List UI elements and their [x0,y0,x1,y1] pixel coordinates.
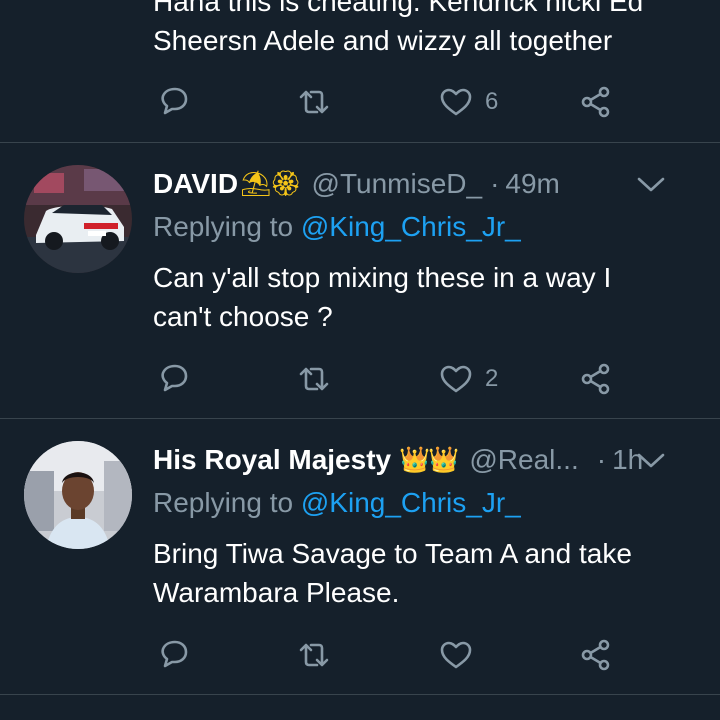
share-button[interactable] [579,635,613,675]
username[interactable]: @Real... [469,444,578,476]
mention-link[interactable]: @King_Chris_Jr_ [301,211,521,242]
reply-button[interactable] [157,635,191,675]
share-button[interactable] [579,359,613,399]
like-icon [439,362,473,396]
chevron-down-icon[interactable] [636,174,666,194]
retweet-icon [297,362,331,396]
avatar[interactable] [24,165,132,273]
mention-link[interactable]: @King_Chris_Jr_ [301,487,521,518]
separator-dot: · [596,444,607,475]
reply-icon [157,85,191,119]
username[interactable]: @TunmiseD_ [312,168,483,200]
reply-icon [157,362,191,396]
chevron-down-icon[interactable] [636,450,666,470]
tweet-header: DAVID ⛱🏵 @TunmiseD_ · 49m [153,164,696,204]
tweet-header: His Royal Majesty 👑👑 @Real... · 1h [153,440,696,480]
like-button[interactable]: 2 [439,359,498,399]
like-button[interactable]: 6 [439,82,498,122]
tweet-text: Bring Tiwa Savage to Team A and take War… [153,538,632,608]
retweet-button[interactable] [297,82,331,122]
avatar[interactable] [24,441,132,549]
like-icon [439,85,473,119]
display-name[interactable]: DAVID [153,168,238,200]
like-count: 2 [485,365,499,392]
replying-to: Replying to @King_Chris_Jr_ [153,211,521,243]
tweet-text: Can y'all stop mixing these in a way I c… [153,262,612,332]
name-emoji: 👑👑 [399,445,459,474]
timestamp[interactable]: 49m [505,168,559,200]
tweet-actions [157,635,627,675]
retweet-button[interactable] [297,635,331,675]
replying-to: Replying to @King_Chris_Jr_ [153,487,521,519]
retweet-button[interactable] [297,359,331,399]
tweet-text-line: Sheersn Adele and wizzy all together [153,25,613,56]
display-name[interactable]: His Royal Majesty [153,444,391,476]
replying-prefix: Replying to [153,487,294,518]
tweet-reply-david[interactable]: DAVID ⛱🏵 @TunmiseD_ · 49m Replying to @K… [0,143,720,418]
share-icon [579,85,613,119]
name-emoji: ⛱🏵 [240,169,302,198]
share-icon [579,638,613,672]
separator-dot: · [490,168,500,199]
tweet-actions: 2 [157,359,627,399]
divider [0,694,720,695]
reply-icon [157,638,191,672]
replying-prefix: Replying to [153,211,294,242]
like-button[interactable] [439,635,473,675]
share-icon [579,362,613,396]
tweet-text: Haha this is cheating. Kendrick nicki Ed… [153,0,693,60]
reply-button[interactable] [157,359,191,399]
retweet-icon [297,638,331,672]
reply-button[interactable] [157,82,191,122]
tweet-partial[interactable]: Haha this is cheating. Kendrick nicki Ed… [0,0,720,142]
retweet-icon [297,85,331,119]
tweet-actions: 6 [157,82,627,122]
tweet-text-line: Haha this is cheating. Kendrick nicki Ed [153,0,644,17]
like-count: 6 [485,88,499,115]
tweet-reply-his-royal-majesty[interactable]: His Royal Majesty 👑👑 @Real... · 1h Reply… [0,419,720,694]
like-icon [439,638,473,672]
share-button[interactable] [579,82,613,122]
